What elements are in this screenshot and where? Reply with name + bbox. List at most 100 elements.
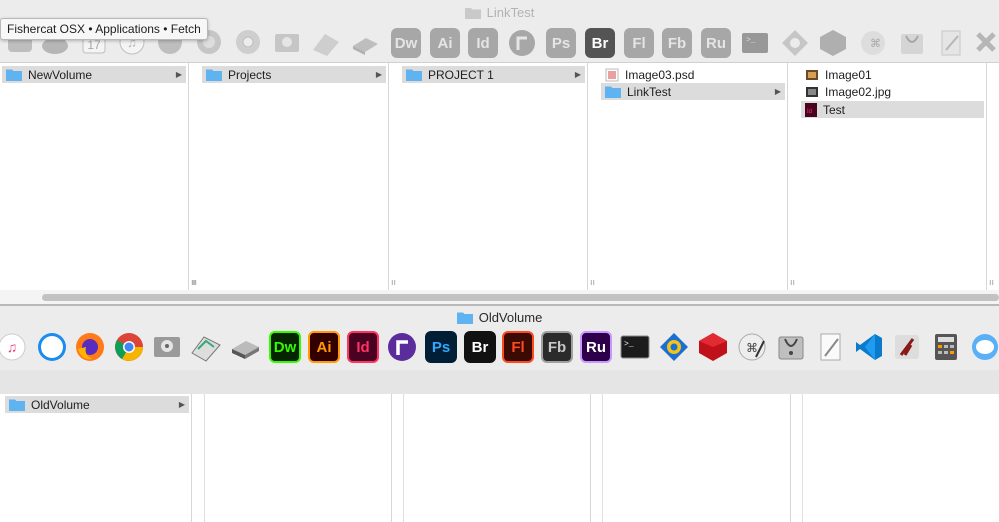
firefox-icon[interactable] — [74, 331, 106, 363]
chrome-icon[interactable] — [113, 331, 145, 363]
top-window-title: LinkTest — [486, 4, 535, 20]
cube-icon[interactable] — [818, 28, 848, 58]
list-item[interactable]: Image01 — [801, 66, 984, 83]
column-2[interactable] — [204, 394, 392, 522]
flash-builder-icon[interactable]: Fb — [541, 331, 573, 363]
item-label: Test — [823, 102, 846, 117]
rush-icon[interactable]: Ru — [701, 28, 731, 58]
terminal-icon[interactable]: >_ — [619, 331, 651, 363]
bbedit-icon[interactable] — [891, 331, 923, 363]
mail-icon[interactable] — [780, 28, 810, 58]
cube-icon[interactable] — [697, 331, 729, 363]
path-tooltip: Fishercat OSX • Applications • Fetch — [0, 18, 208, 40]
terminal-icon[interactable]: >_ — [740, 28, 770, 58]
dreamweaver-label: Dw — [394, 34, 418, 52]
system-info-icon[interactable] — [897, 28, 927, 58]
bottom-pathbar — [0, 370, 999, 395]
dreamweaver-icon[interactable]: Dw — [269, 331, 301, 363]
disclosure-arrow-icon: ▶ — [375, 70, 382, 79]
column-resize-handle[interactable]: ıı — [191, 278, 197, 287]
column-5[interactable]: Image01 Image02.jpg Id Test — [799, 63, 987, 290]
calculator-icon[interactable] — [930, 331, 962, 363]
safari-icon[interactable] — [36, 331, 68, 363]
column-resize-handle[interactable]: ıı — [391, 278, 397, 287]
column-resize-handle[interactable]: ıı — [989, 278, 995, 287]
column-1[interactable]: NewVolume ▶ ıı — [0, 63, 197, 290]
text-edit-icon[interactable] — [936, 28, 966, 58]
list-item[interactable]: OldVolume ▶ — [5, 396, 189, 413]
script-editor-icon[interactable]: ⌘ — [736, 331, 768, 363]
column-resize-handle[interactable]: ıı — [790, 278, 796, 287]
flash-builder-icon[interactable]: Fb — [662, 28, 692, 58]
flash-icon[interactable]: Fl — [624, 28, 654, 58]
text-edit-icon[interactable] — [814, 331, 846, 363]
vscode-icon[interactable] — [853, 331, 885, 363]
list-item[interactable]: Projects ▶ — [202, 66, 386, 83]
fontlab-icon[interactable] — [507, 28, 537, 58]
svg-text:⌘: ⌘ — [746, 341, 758, 355]
illustrator-label: Ai — [316, 338, 332, 356]
bridge-label: Br — [471, 338, 489, 356]
scanner-icon[interactable] — [229, 331, 261, 363]
itunes-icon[interactable]: ♫ — [0, 331, 32, 363]
item-label: OldVolume — [31, 397, 90, 412]
bridge-icon[interactable]: Br — [464, 331, 496, 363]
svg-text:>_: >_ — [624, 340, 634, 349]
script-editor-icon[interactable]: ⌘ — [858, 28, 888, 58]
indesign-icon[interactable]: Id — [347, 331, 379, 363]
illustrator-icon[interactable]: Ai — [430, 28, 460, 58]
item-label: NewVolume — [28, 67, 93, 82]
messages-icon[interactable] — [968, 331, 999, 363]
bottom-finder-window: OldVolume ♫ Dw Ai Id Ps Br Fl Fb Ru >_ ⌘ — [0, 306, 999, 522]
bottom-toolbar: ♫ Dw Ai Id Ps Br Fl Fb Ru >_ ⌘ — [0, 328, 999, 368]
item-label: LinkTest — [627, 84, 672, 99]
flash-icon[interactable]: Fl — [502, 331, 534, 363]
column-4[interactable]: Image03.psd LinkTest ▶ — [599, 63, 788, 290]
disclosure-arrow-icon: ▶ — [774, 87, 781, 96]
disk-utility-icon[interactable] — [272, 28, 302, 58]
bottom-window-title: OldVolume — [478, 309, 543, 325]
image-capture-icon[interactable] — [190, 331, 222, 363]
scrollbar-thumb[interactable] — [42, 294, 999, 301]
folder-icon — [605, 86, 621, 98]
list-item[interactable]: Id Test — [801, 101, 984, 118]
list-item[interactable]: NewVolume ▶ — [2, 66, 186, 83]
column-2[interactable]: Projects ▶ — [200, 63, 389, 290]
column-resize-handle[interactable]: ıı — [590, 278, 596, 287]
photoshop-icon[interactable]: Ps — [425, 331, 457, 363]
scanner-icon[interactable] — [350, 28, 380, 58]
photoshop-icon[interactable]: Ps — [546, 28, 576, 58]
indesign-label: Id — [476, 34, 490, 52]
column-3[interactable]: PROJECT 1 ▶ — [400, 63, 588, 290]
top-column-browser: NewVolume ▶ ıı Projects ▶ PROJECT 1 ▶ Im… — [0, 63, 999, 290]
chrome-icon[interactable] — [234, 28, 264, 58]
vscode-icon[interactable] — [974, 28, 999, 58]
rush-icon[interactable]: Ru — [580, 331, 612, 363]
list-item[interactable]: PROJECT 1 ▶ — [402, 66, 585, 83]
list-item[interactable]: Image02.jpg — [801, 83, 984, 100]
bottom-window-titlebar[interactable]: OldVolume — [0, 306, 999, 328]
bridge-label: Br — [591, 34, 609, 52]
dreamweaver-icon[interactable]: Dw — [391, 28, 421, 58]
list-item[interactable]: Image03.psd — [601, 66, 785, 83]
disclosure-arrow-icon: ▶ — [178, 400, 185, 409]
disk-utility-icon[interactable] — [151, 331, 183, 363]
column-4[interactable] — [602, 394, 791, 522]
system-info-icon[interactable] — [775, 331, 807, 363]
folder-icon — [9, 399, 25, 411]
image-capture-icon[interactable] — [311, 28, 341, 58]
folder-icon — [464, 7, 481, 19]
mail-icon[interactable] — [658, 331, 690, 363]
horizontal-scrollbar[interactable] — [0, 290, 999, 304]
illustrator-icon[interactable]: Ai — [308, 331, 340, 363]
indesign-icon[interactable]: Id — [468, 28, 498, 58]
list-item[interactable]: LinkTest ▶ — [601, 83, 785, 100]
bridge-icon[interactable]: Br — [585, 28, 615, 58]
column-1[interactable]: OldVolume ▶ — [0, 394, 192, 522]
column-5[interactable] — [802, 394, 999, 522]
top-finder-window: LinkTest 17 ♫ Dw Ai Id Ps Br Fl Fb Ru >_… — [0, 0, 999, 304]
flash-builder-label: Fb — [667, 34, 687, 52]
folder-icon — [406, 69, 422, 81]
column-3[interactable] — [403, 394, 591, 522]
fontlab-icon[interactable] — [386, 331, 418, 363]
